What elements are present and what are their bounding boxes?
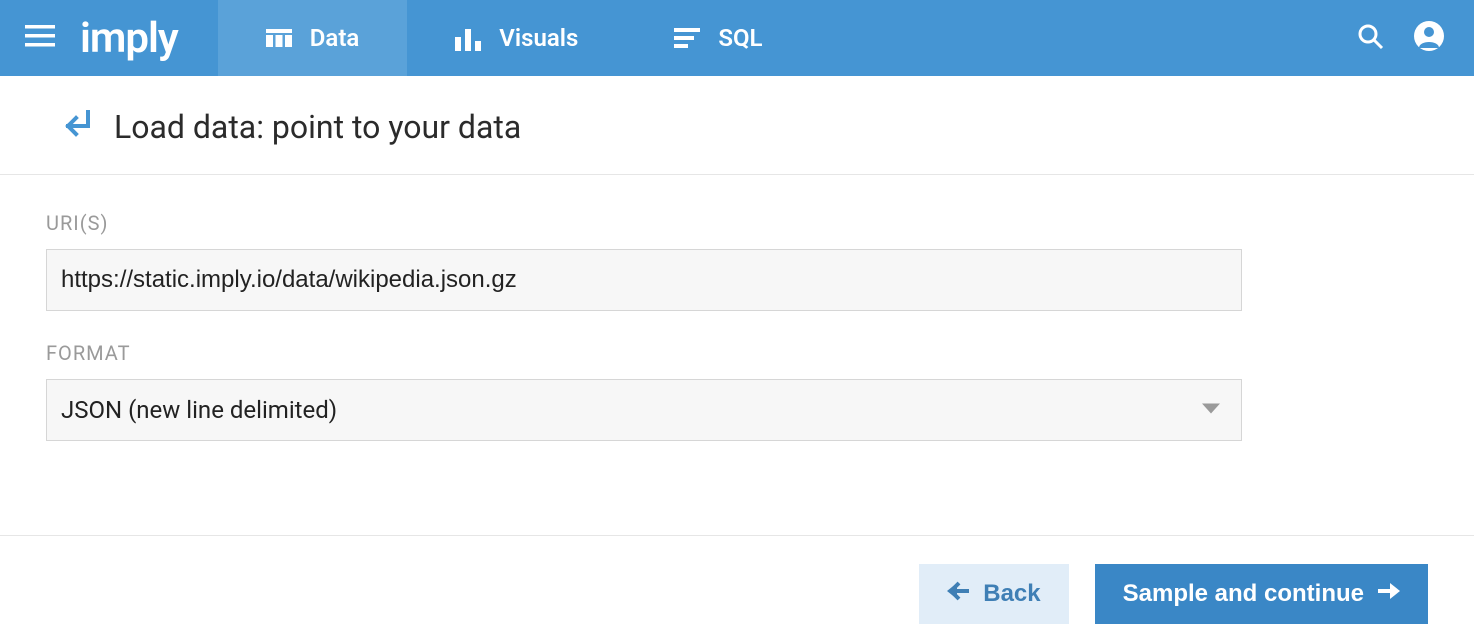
uri-input[interactable]	[46, 249, 1242, 311]
search-icon	[1356, 22, 1384, 54]
account-button[interactable]	[1414, 21, 1444, 55]
format-group: FORMAT JSON (new line delimited)	[46, 341, 1428, 441]
back-button[interactable]: Back	[919, 564, 1068, 624]
chart-icon	[455, 25, 481, 51]
uri-group: URI(S)	[46, 211, 1428, 311]
page-header: Load data: point to your data	[0, 76, 1474, 175]
back-button-label: Back	[983, 580, 1040, 608]
back-arrow-button[interactable]	[58, 110, 92, 144]
nav-tab-label: Data	[310, 24, 359, 52]
topbar-right	[1356, 0, 1474, 76]
sample-continue-label: Sample and continue	[1123, 580, 1364, 608]
search-button[interactable]	[1356, 22, 1384, 54]
return-arrow-icon	[58, 110, 92, 144]
top-nav: imply Data Visuals SQL	[0, 0, 1474, 76]
nav-tab-label: SQL	[718, 24, 762, 52]
nav-tab-label: Visuals	[499, 24, 578, 52]
uri-label: URI(S)	[46, 211, 1428, 235]
format-label: FORMAT	[46, 341, 1428, 365]
format-select[interactable]: JSON (new line delimited)	[46, 379, 1242, 441]
form-area: URI(S) FORMAT JSON (new line delimited)	[0, 175, 1474, 481]
sql-icon	[674, 28, 700, 48]
sample-continue-button[interactable]: Sample and continue	[1095, 564, 1428, 624]
footer-actions: Back Sample and continue	[0, 535, 1474, 644]
page-title: Load data: point to your data	[114, 108, 521, 146]
arrow-left-icon	[947, 580, 969, 608]
nav-tabs: Data Visuals SQL	[218, 0, 811, 76]
nav-tab-sql[interactable]: SQL	[626, 0, 810, 76]
nav-tab-data[interactable]: Data	[218, 0, 407, 76]
nav-tab-visuals[interactable]: Visuals	[407, 0, 626, 76]
format-select-value: JSON (new line delimited)	[46, 379, 1242, 441]
menu-icon	[25, 25, 55, 51]
brand-logo[interactable]: imply	[80, 0, 218, 76]
data-icon	[266, 25, 292, 51]
hamburger-menu-button[interactable]	[0, 0, 80, 76]
account-icon	[1414, 21, 1444, 55]
arrow-right-icon	[1378, 580, 1400, 608]
